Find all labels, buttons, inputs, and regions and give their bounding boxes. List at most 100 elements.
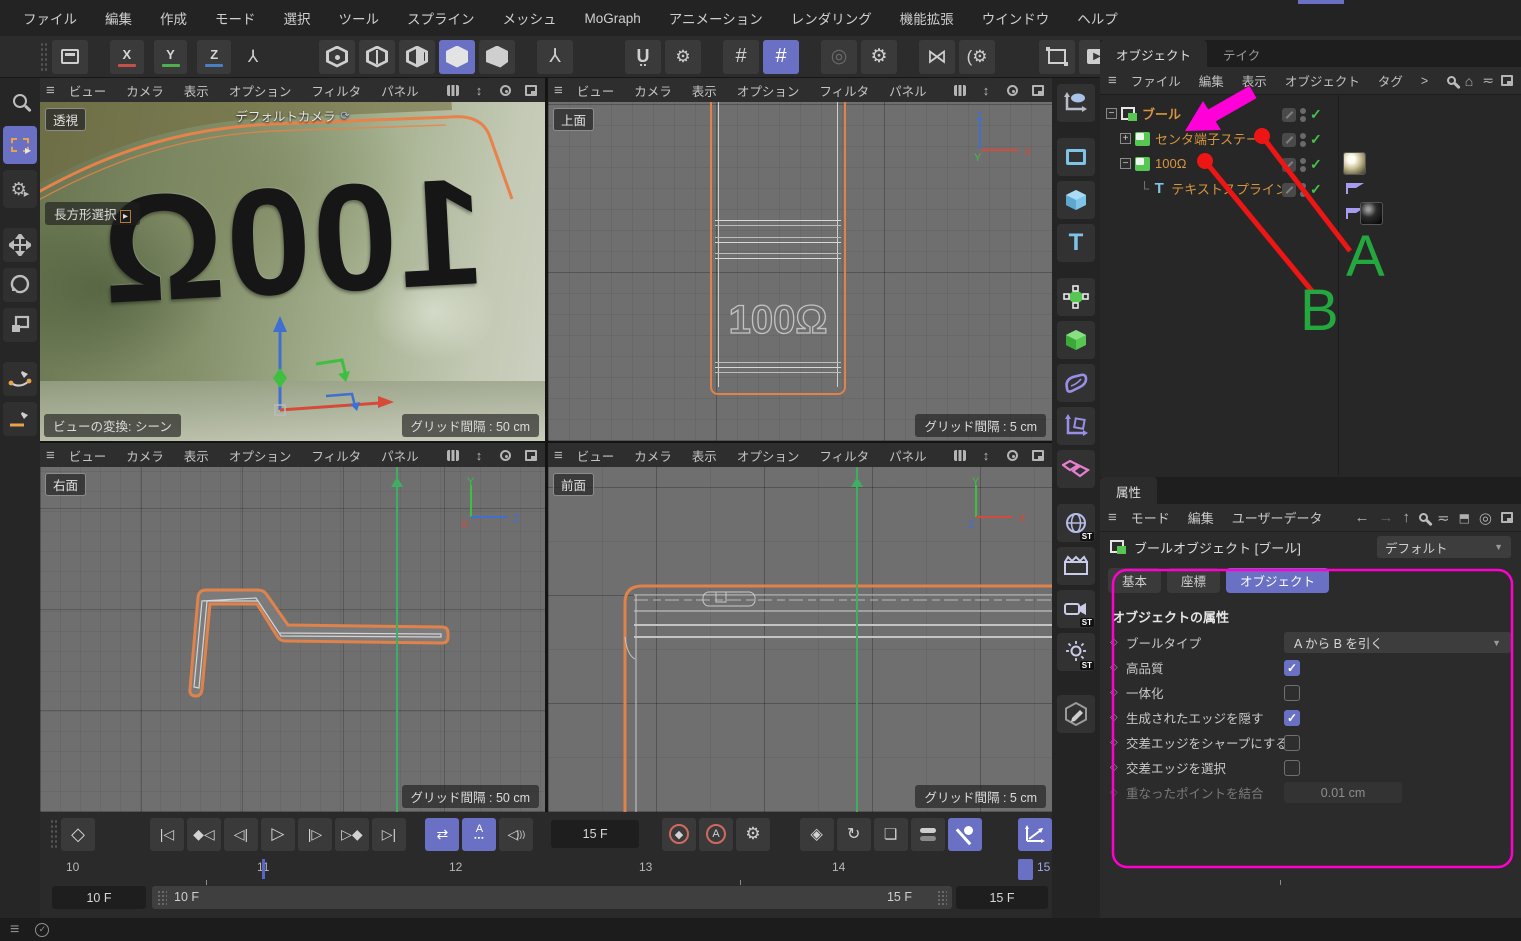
om-filter-icon[interactable]: ≂ <box>1482 72 1492 89</box>
visibility-dots[interactable] <box>1300 133 1306 147</box>
scale-tool-icon[interactable] <box>3 308 37 342</box>
content-browser-icon[interactable] <box>52 40 88 74</box>
snap-magnet-icon[interactable]: Ṳ <box>625 40 661 74</box>
menu-select[interactable]: 選択 <box>271 4 324 32</box>
range-slider-left-grip[interactable] <box>157 890 167 905</box>
menu-render[interactable]: レンダリング <box>778 4 885 32</box>
vp-menu-display[interactable]: 表示 <box>682 444 727 467</box>
object-name[interactable]: センタ端子ステー <box>1155 129 1259 148</box>
om-home-icon[interactable]: ⌂ <box>1465 73 1473 89</box>
viewport-menu-icon[interactable]: ≡ <box>46 82 55 99</box>
subdivision-surface-icon[interactable] <box>1057 278 1095 316</box>
object-row-center-stay[interactable]: + センタ端子ステー <box>1120 126 1259 151</box>
viewport-menu-icon[interactable]: ≡ <box>554 447 563 464</box>
model-mode-button[interactable] <box>439 40 475 74</box>
edit-object-icon[interactable] <box>1057 695 1095 733</box>
modeling-axis-icon[interactable] <box>1057 407 1095 445</box>
z-axis-lock-button[interactable]: Z <box>197 40 231 74</box>
material-thumbnail-black[interactable] <box>1360 202 1383 225</box>
object-name[interactable]: ブール <box>1142 104 1181 123</box>
forward-icon[interactable]: → <box>1378 509 1393 526</box>
menu-file[interactable]: ファイル <box>10 4 90 32</box>
enable-toggle[interactable] <box>1282 158 1296 172</box>
tab-basic[interactable]: 基本 <box>1108 568 1161 593</box>
enable-toggle[interactable] <box>1282 108 1296 122</box>
menu-spline[interactable]: スプライン <box>394 4 488 32</box>
tab-attributes[interactable]: 属性 <box>1100 477 1157 504</box>
sound-button[interactable]: ◁))) <box>499 818 533 851</box>
key-position-button[interactable]: ◈ <box>800 818 834 851</box>
optimize-points-input[interactable]: 0.01 cm <box>1284 782 1402 803</box>
om-menu-icon[interactable]: ≡ <box>1108 72 1117 89</box>
om-menu-objects[interactable]: オブジェクト <box>1277 69 1368 92</box>
target-rings-icon[interactable]: ◎ <box>821 40 857 74</box>
attr-menu-mode[interactable]: モード <box>1123 506 1178 529</box>
range-slider-right-grip[interactable] <box>937 890 947 905</box>
status-menu-icon[interactable]: ≡ <box>10 921 19 939</box>
camera-object-icon[interactable]: ST <box>1057 590 1095 628</box>
text-object-icon[interactable]: T <box>1057 224 1095 262</box>
polygons-mode-button[interactable] <box>399 40 435 74</box>
key-pla-button[interactable] <box>948 818 982 851</box>
menu-create[interactable]: 作成 <box>147 4 200 32</box>
menu-animation[interactable]: アニメーション <box>656 4 776 32</box>
x-axis-lock-button[interactable]: X <box>110 40 144 74</box>
target-icon[interactable]: ◎ <box>1479 509 1492 527</box>
expand-icon[interactable]: + <box>1120 133 1131 144</box>
keying-settings-button[interactable]: ⚙ <box>736 818 770 851</box>
enabled-check-icon[interactable]: ✓ <box>1310 156 1322 173</box>
pan-hand-icon[interactable] <box>952 448 968 462</box>
back-icon[interactable]: ← <box>1354 509 1369 526</box>
sky-object-icon[interactable]: ST <box>1057 504 1095 542</box>
stage-object-icon[interactable] <box>1057 547 1095 585</box>
right-canvas[interactable]: 右面 Y Z X グリッド間隔 : 50 cm <box>40 467 545 812</box>
record-keyframe-button[interactable]: ◆ <box>662 818 696 851</box>
viewport-top[interactable]: ≡ ビュー カメラ 表示 オプション フィルタ パネル ↕ 上面 100Ω <box>548 78 1052 441</box>
high-quality-checkbox[interactable]: ✓ <box>1284 660 1300 676</box>
hide-new-edges-checkbox[interactable]: ✓ <box>1284 710 1300 726</box>
enable-toggle[interactable] <box>1282 183 1296 197</box>
vp-menu-options[interactable]: オプション <box>219 444 302 467</box>
generator-cube-icon[interactable] <box>1057 321 1095 359</box>
vp-menu-filter[interactable]: フィルタ <box>301 444 371 467</box>
maximize-view-icon[interactable] <box>523 83 539 97</box>
attr-search-icon[interactable] <box>1419 513 1428 522</box>
preset-dropdown[interactable]: デフォルト <box>1377 536 1511 558</box>
play-button[interactable]: ▷ <box>261 818 295 851</box>
object-3d-text[interactable]: 100Ω <box>42 141 542 342</box>
attr-filter-icon[interactable]: ≂ <box>1437 509 1450 527</box>
up-icon[interactable]: ↑ <box>1402 509 1410 526</box>
prev-key-button[interactable]: ◆◁ <box>187 818 221 851</box>
attr-menu-edit[interactable]: 編集 <box>1180 506 1222 529</box>
move-tool-icon[interactable] <box>3 228 37 262</box>
goto-start-button[interactable]: |◁ <box>150 818 184 851</box>
menu-mode[interactable]: モード <box>202 4 269 32</box>
vp-menu-camera[interactable]: カメラ <box>116 79 174 102</box>
toolbar-grip[interactable] <box>40 42 48 72</box>
vp-menu-display[interactable]: 表示 <box>174 79 219 102</box>
enabled-check-icon[interactable]: ✓ <box>1310 106 1322 123</box>
timeline-ruler[interactable]: 10 11 12 13 14 15 <box>40 856 1052 882</box>
spline-pen-icon[interactable] <box>1057 84 1095 122</box>
boole-type-dropdown[interactable]: A から B を引く <box>1284 632 1511 653</box>
timeline-grip[interactable] <box>50 819 58 849</box>
pan-hand-icon[interactable] <box>445 83 461 97</box>
loop-mode-button[interactable]: ⇄ <box>425 818 459 851</box>
om-menu-file[interactable]: ファイル <box>1123 69 1189 92</box>
object-name[interactable]: テキストスプライン <box>1171 179 1288 198</box>
autokey-button[interactable]: A <box>699 818 733 851</box>
deformer-icon[interactable] <box>1057 364 1095 402</box>
edges-mode-button[interactable] <box>359 40 395 74</box>
attr-menu-userdata[interactable]: ユーザーデータ <box>1224 506 1331 529</box>
pan-hand-icon[interactable] <box>952 83 968 97</box>
single-object-checkbox[interactable]: ✓ <box>1284 685 1300 701</box>
vp-menu-view[interactable]: ビュー <box>59 444 117 467</box>
attr-menu-icon[interactable]: ≡ <box>1108 509 1117 526</box>
top-canvas[interactable]: 上面 100Ω Z X Y グリッド間隔 : 5 cm <box>548 102 1052 441</box>
camera-cycle-icon[interactable]: ⟳ <box>340 109 349 122</box>
autokey-range-button[interactable]: A▪▪▪ <box>462 818 496 851</box>
vp-menu-camera[interactable]: カメラ <box>116 444 174 467</box>
vp-menu-view[interactable]: ビュー <box>59 79 117 102</box>
vp-menu-panel[interactable]: パネル <box>371 444 429 467</box>
dolly-icon[interactable]: ↕ <box>978 448 994 462</box>
